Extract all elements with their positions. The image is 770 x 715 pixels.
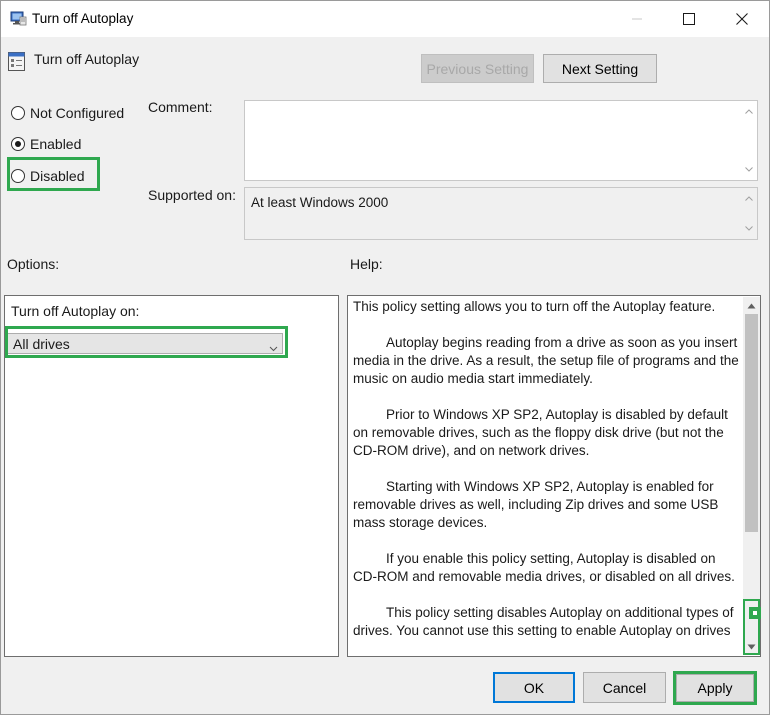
policy-setting-icon xyxy=(8,52,25,71)
title-bar[interactable]: Turn off Autoplay xyxy=(1,1,769,37)
highlight-marker xyxy=(749,607,761,619)
previous-setting-button[interactable]: Previous Setting xyxy=(421,54,534,83)
maximize-button[interactable] xyxy=(666,1,712,37)
help-text: This policy setting allows you to turn o… xyxy=(353,298,739,654)
chevron-down-icon xyxy=(269,339,278,355)
help-paragraph: Autoplay begins reading from a drive as … xyxy=(353,335,739,386)
scroll-down-icon[interactable] xyxy=(743,638,760,655)
help-paragraph: Prior to Windows XP SP2, Autoplay is dis… xyxy=(353,407,728,458)
scroll-up-icon[interactable] xyxy=(740,103,757,120)
radio-circle xyxy=(11,137,25,151)
window-title: Turn off Autoplay xyxy=(32,11,134,26)
radio-circle xyxy=(11,106,25,120)
supported-scrollbar[interactable] xyxy=(740,188,757,239)
scroll-up-icon[interactable] xyxy=(743,297,760,314)
supported-on-textbox[interactable]: At least Windows 2000 xyxy=(244,187,758,240)
radio-not-configured[interactable]: Not Configured xyxy=(11,105,124,121)
close-button[interactable] xyxy=(719,1,765,37)
radio-enabled[interactable]: Enabled xyxy=(11,136,81,152)
radio-label: Not Configured xyxy=(30,105,125,121)
help-label: Help: xyxy=(350,256,383,272)
next-setting-button[interactable]: Next Setting xyxy=(543,54,657,83)
help-paragraph: This policy setting disables Autoplay on… xyxy=(353,605,734,638)
scroll-up-icon[interactable] xyxy=(740,190,757,207)
drives-dropdown-value: All drives xyxy=(13,335,70,352)
supported-on-label: Supported on: xyxy=(148,187,236,203)
comment-textbox[interactable] xyxy=(244,100,758,181)
ok-button[interactable]: OK xyxy=(493,672,575,703)
drives-dropdown[interactable]: All drives xyxy=(7,333,283,354)
options-label: Options: xyxy=(7,256,60,272)
scroll-thumb[interactable] xyxy=(745,314,758,532)
supported-on-value: At least Windows 2000 xyxy=(251,195,389,210)
close-icon xyxy=(736,13,748,25)
radio-disabled[interactable]: Disabled xyxy=(11,168,84,184)
autoplay-on-label: Turn off Autoplay on: xyxy=(11,303,140,319)
minimize-icon xyxy=(631,13,643,25)
help-paragraph: Starting with Windows XP SP2, Autoplay i… xyxy=(353,479,719,530)
help-paragraph: If you enable this policy setting, Autop… xyxy=(353,551,735,584)
minimize-button[interactable] xyxy=(614,1,660,37)
setting-name: Turn off Autoplay xyxy=(34,51,140,67)
scroll-down-icon[interactable] xyxy=(740,220,757,237)
radio-circle xyxy=(11,169,25,183)
scroll-down-icon[interactable] xyxy=(740,161,757,178)
policy-dialog: Turn off Autoplay Turn off Autoplay Prev… xyxy=(0,0,770,715)
group-policy-icon xyxy=(10,11,27,27)
help-paragraph: This policy setting allows you to turn o… xyxy=(353,299,716,314)
radio-label: Disabled xyxy=(30,168,85,184)
help-scrollbar[interactable] xyxy=(743,297,760,655)
comment-label: Comment: xyxy=(148,99,213,115)
radio-label: Enabled xyxy=(30,136,82,152)
cancel-button[interactable]: Cancel xyxy=(583,672,666,703)
maximize-icon xyxy=(683,13,695,25)
comment-scrollbar[interactable] xyxy=(740,101,757,180)
apply-button[interactable]: Apply xyxy=(676,674,754,702)
